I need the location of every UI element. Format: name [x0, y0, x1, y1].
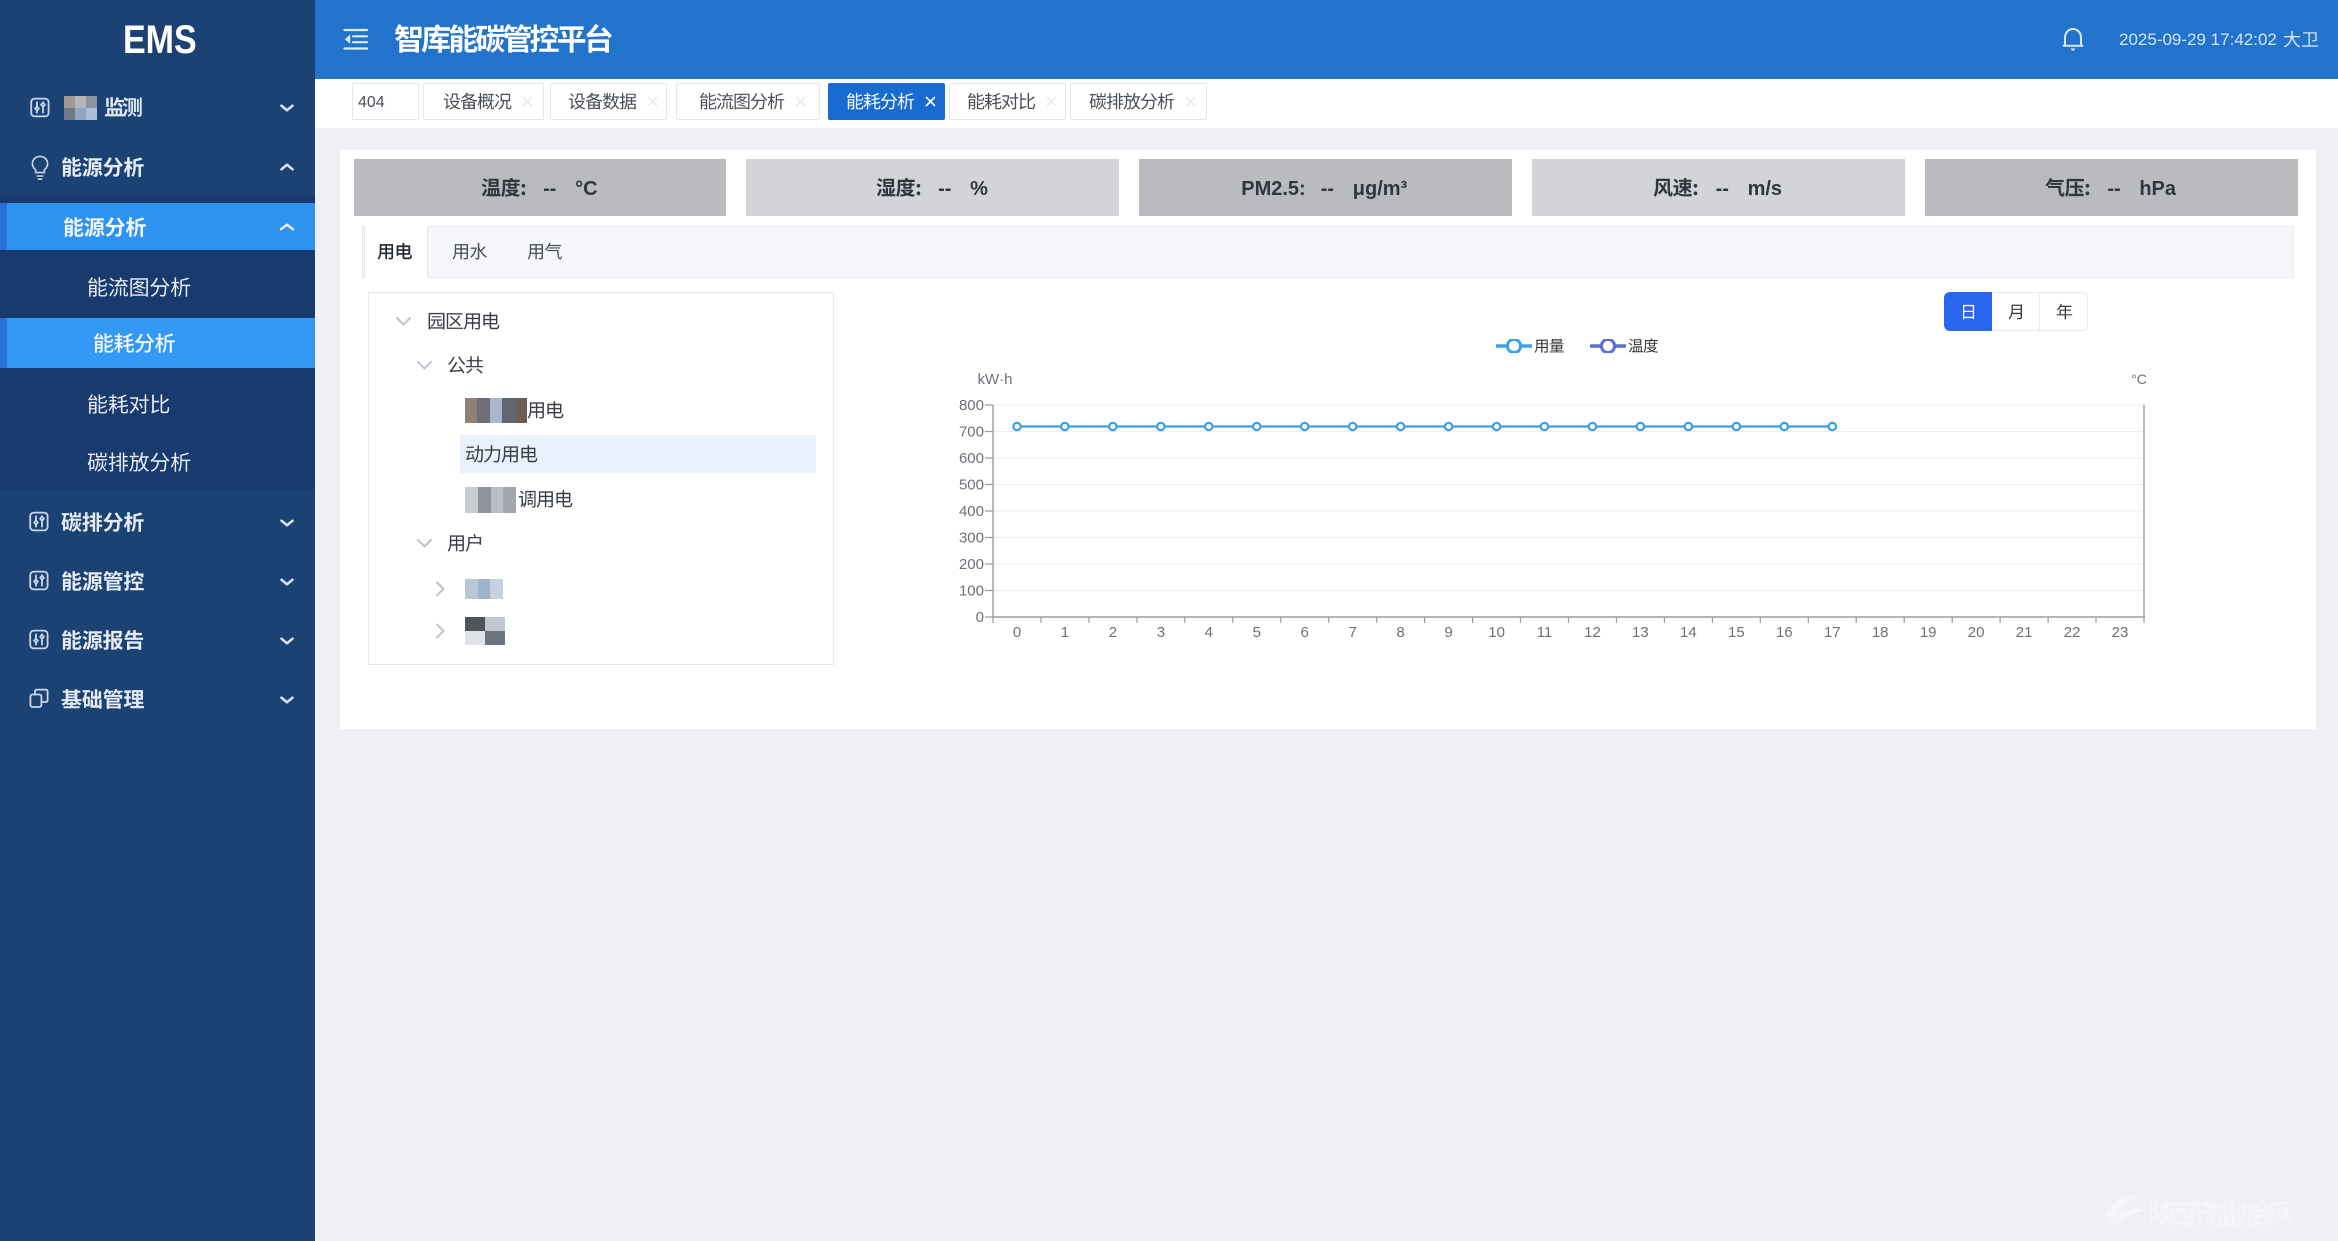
svg-text:13: 13: [1632, 624, 1649, 641]
svg-text:21: 21: [2016, 624, 2033, 641]
svg-text:0: 0: [976, 609, 984, 626]
svg-text:600: 600: [959, 450, 984, 467]
svg-text:kW·h: kW·h: [978, 371, 1013, 388]
svg-text:2: 2: [1109, 624, 1117, 641]
svg-text:12: 12: [1584, 624, 1601, 641]
svg-text:3: 3: [1157, 624, 1165, 641]
svg-text:300: 300: [959, 530, 984, 547]
svg-text:10: 10: [1488, 624, 1505, 641]
svg-text:400: 400: [959, 503, 984, 520]
svg-text:11: 11: [1537, 624, 1553, 641]
svg-text:20: 20: [1968, 624, 1985, 641]
svg-text:0: 0: [1013, 624, 1021, 641]
svg-text:14: 14: [1680, 624, 1697, 641]
svg-text:22: 22: [2064, 624, 2081, 641]
svg-text:9: 9: [1444, 624, 1452, 641]
svg-text:5: 5: [1253, 624, 1261, 641]
svg-text:6: 6: [1301, 624, 1309, 641]
svg-text:7: 7: [1349, 624, 1357, 641]
svg-text:18: 18: [1872, 624, 1889, 641]
svg-text:19: 19: [1920, 624, 1937, 641]
svg-text:100: 100: [959, 583, 984, 600]
svg-text:15: 15: [1728, 624, 1745, 641]
svg-text:4: 4: [1205, 624, 1213, 641]
svg-text:16: 16: [1776, 624, 1793, 641]
svg-text:8: 8: [1396, 624, 1404, 641]
svg-text:23: 23: [2112, 624, 2129, 641]
svg-text:800: 800: [959, 397, 984, 414]
svg-text:°C: °C: [2131, 371, 2147, 387]
svg-text:200: 200: [959, 556, 984, 573]
svg-text:500: 500: [959, 477, 984, 494]
svg-text:17: 17: [1824, 624, 1841, 641]
svg-text:1: 1: [1061, 624, 1069, 641]
svg-text:700: 700: [959, 424, 984, 441]
